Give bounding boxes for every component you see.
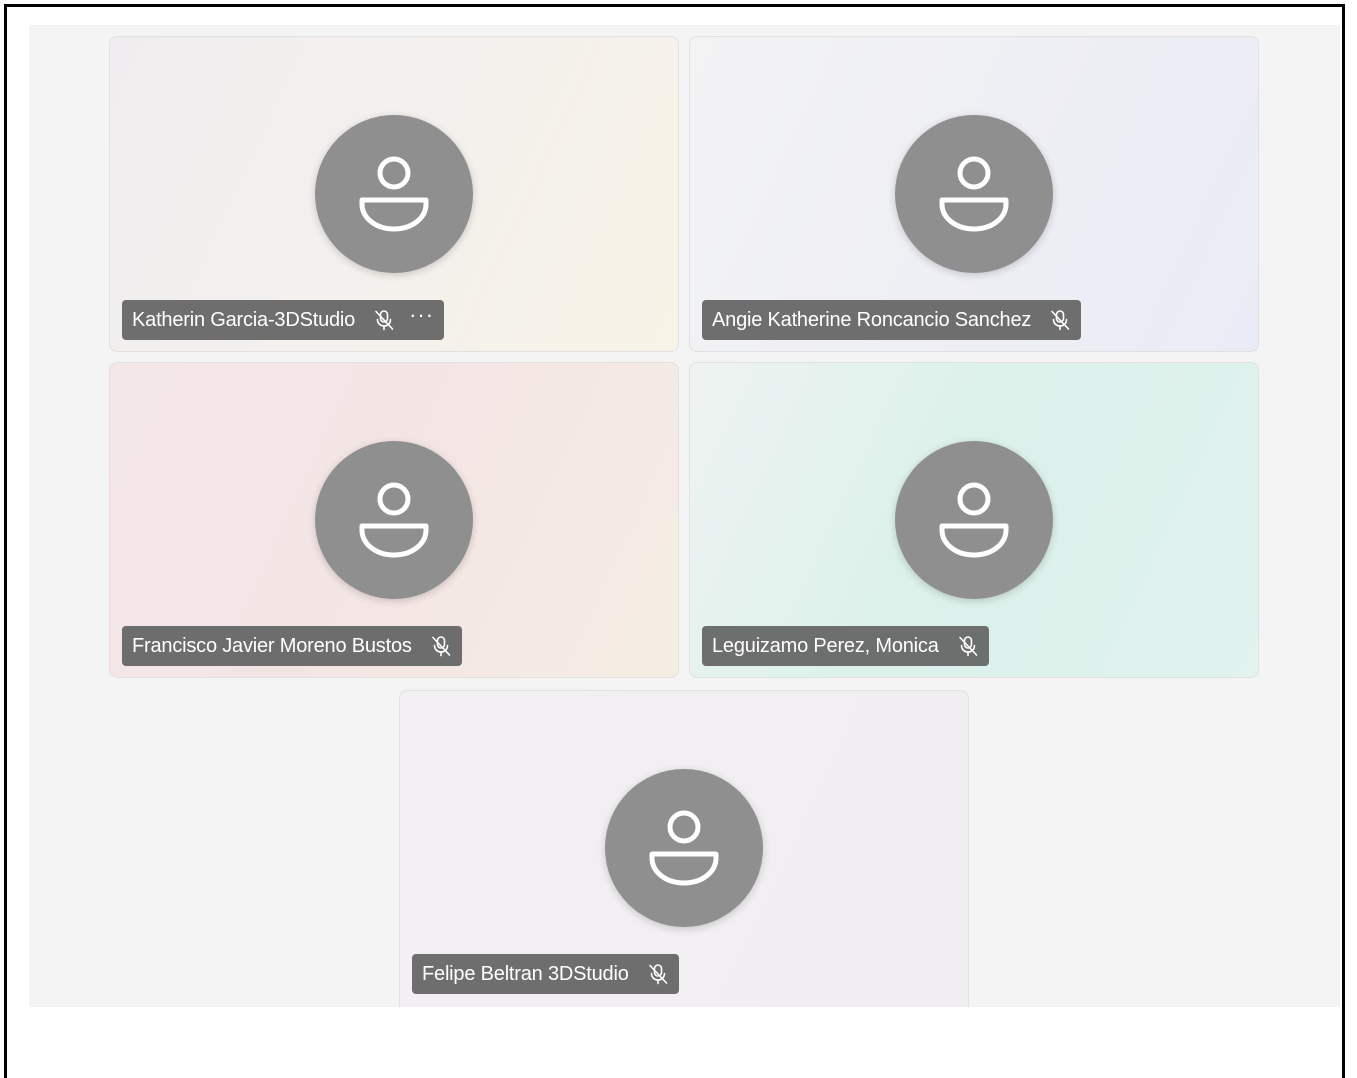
participant-name: Felipe Beltran 3DStudio — [422, 962, 629, 985]
mic-off-icon — [647, 963, 669, 985]
participant-tile[interactable]: Francisco Javier Moreno Bustos — [109, 362, 679, 678]
mic-off-icon — [430, 635, 452, 657]
person-icon — [359, 156, 429, 232]
avatar — [895, 441, 1053, 599]
participant-name-plate: Francisco Javier Moreno Bustos — [122, 626, 462, 666]
participant-name: Angie Katherine Roncancio Sanchez — [712, 308, 1032, 331]
participant-tile[interactable]: Angie Katherine Roncancio Sanchez — [689, 36, 1259, 352]
participant-name: Katherin Garcia-3DStudio — [132, 308, 356, 331]
person-icon — [649, 810, 719, 886]
participant-name: Leguizamo Perez, Monica — [712, 634, 939, 657]
mic-off-icon — [957, 635, 979, 657]
participant-name-plate: Felipe Beltran 3DStudio — [412, 954, 679, 994]
participant-tile[interactable]: Katherin Garcia-3DStudio ··· — [109, 36, 679, 352]
more-options-icon[interactable]: ··· — [409, 304, 434, 326]
person-icon — [359, 482, 429, 558]
mic-off-icon — [1049, 309, 1071, 331]
participant-tile[interactable]: Leguizamo Perez, Monica — [689, 362, 1259, 678]
mic-off-icon — [373, 309, 395, 331]
video-gallery: Katherin Garcia-3DStudio ··· Angie Kathe… — [29, 25, 1340, 1007]
participant-name: Francisco Javier Moreno Bustos — [132, 634, 412, 657]
avatar — [605, 769, 763, 927]
avatar — [315, 115, 473, 273]
avatar — [895, 115, 1053, 273]
window-frame: Katherin Garcia-3DStudio ··· Angie Kathe… — [4, 4, 1345, 1078]
participant-name-plate: Leguizamo Perez, Monica — [702, 626, 989, 666]
person-icon — [939, 482, 1009, 558]
participant-tile[interactable]: Felipe Beltran 3DStudio — [399, 690, 969, 1007]
avatar — [315, 441, 473, 599]
participant-name-plate: Angie Katherine Roncancio Sanchez — [702, 300, 1082, 340]
participant-name-plate: Katherin Garcia-3DStudio ··· — [122, 300, 445, 340]
person-icon — [939, 156, 1009, 232]
